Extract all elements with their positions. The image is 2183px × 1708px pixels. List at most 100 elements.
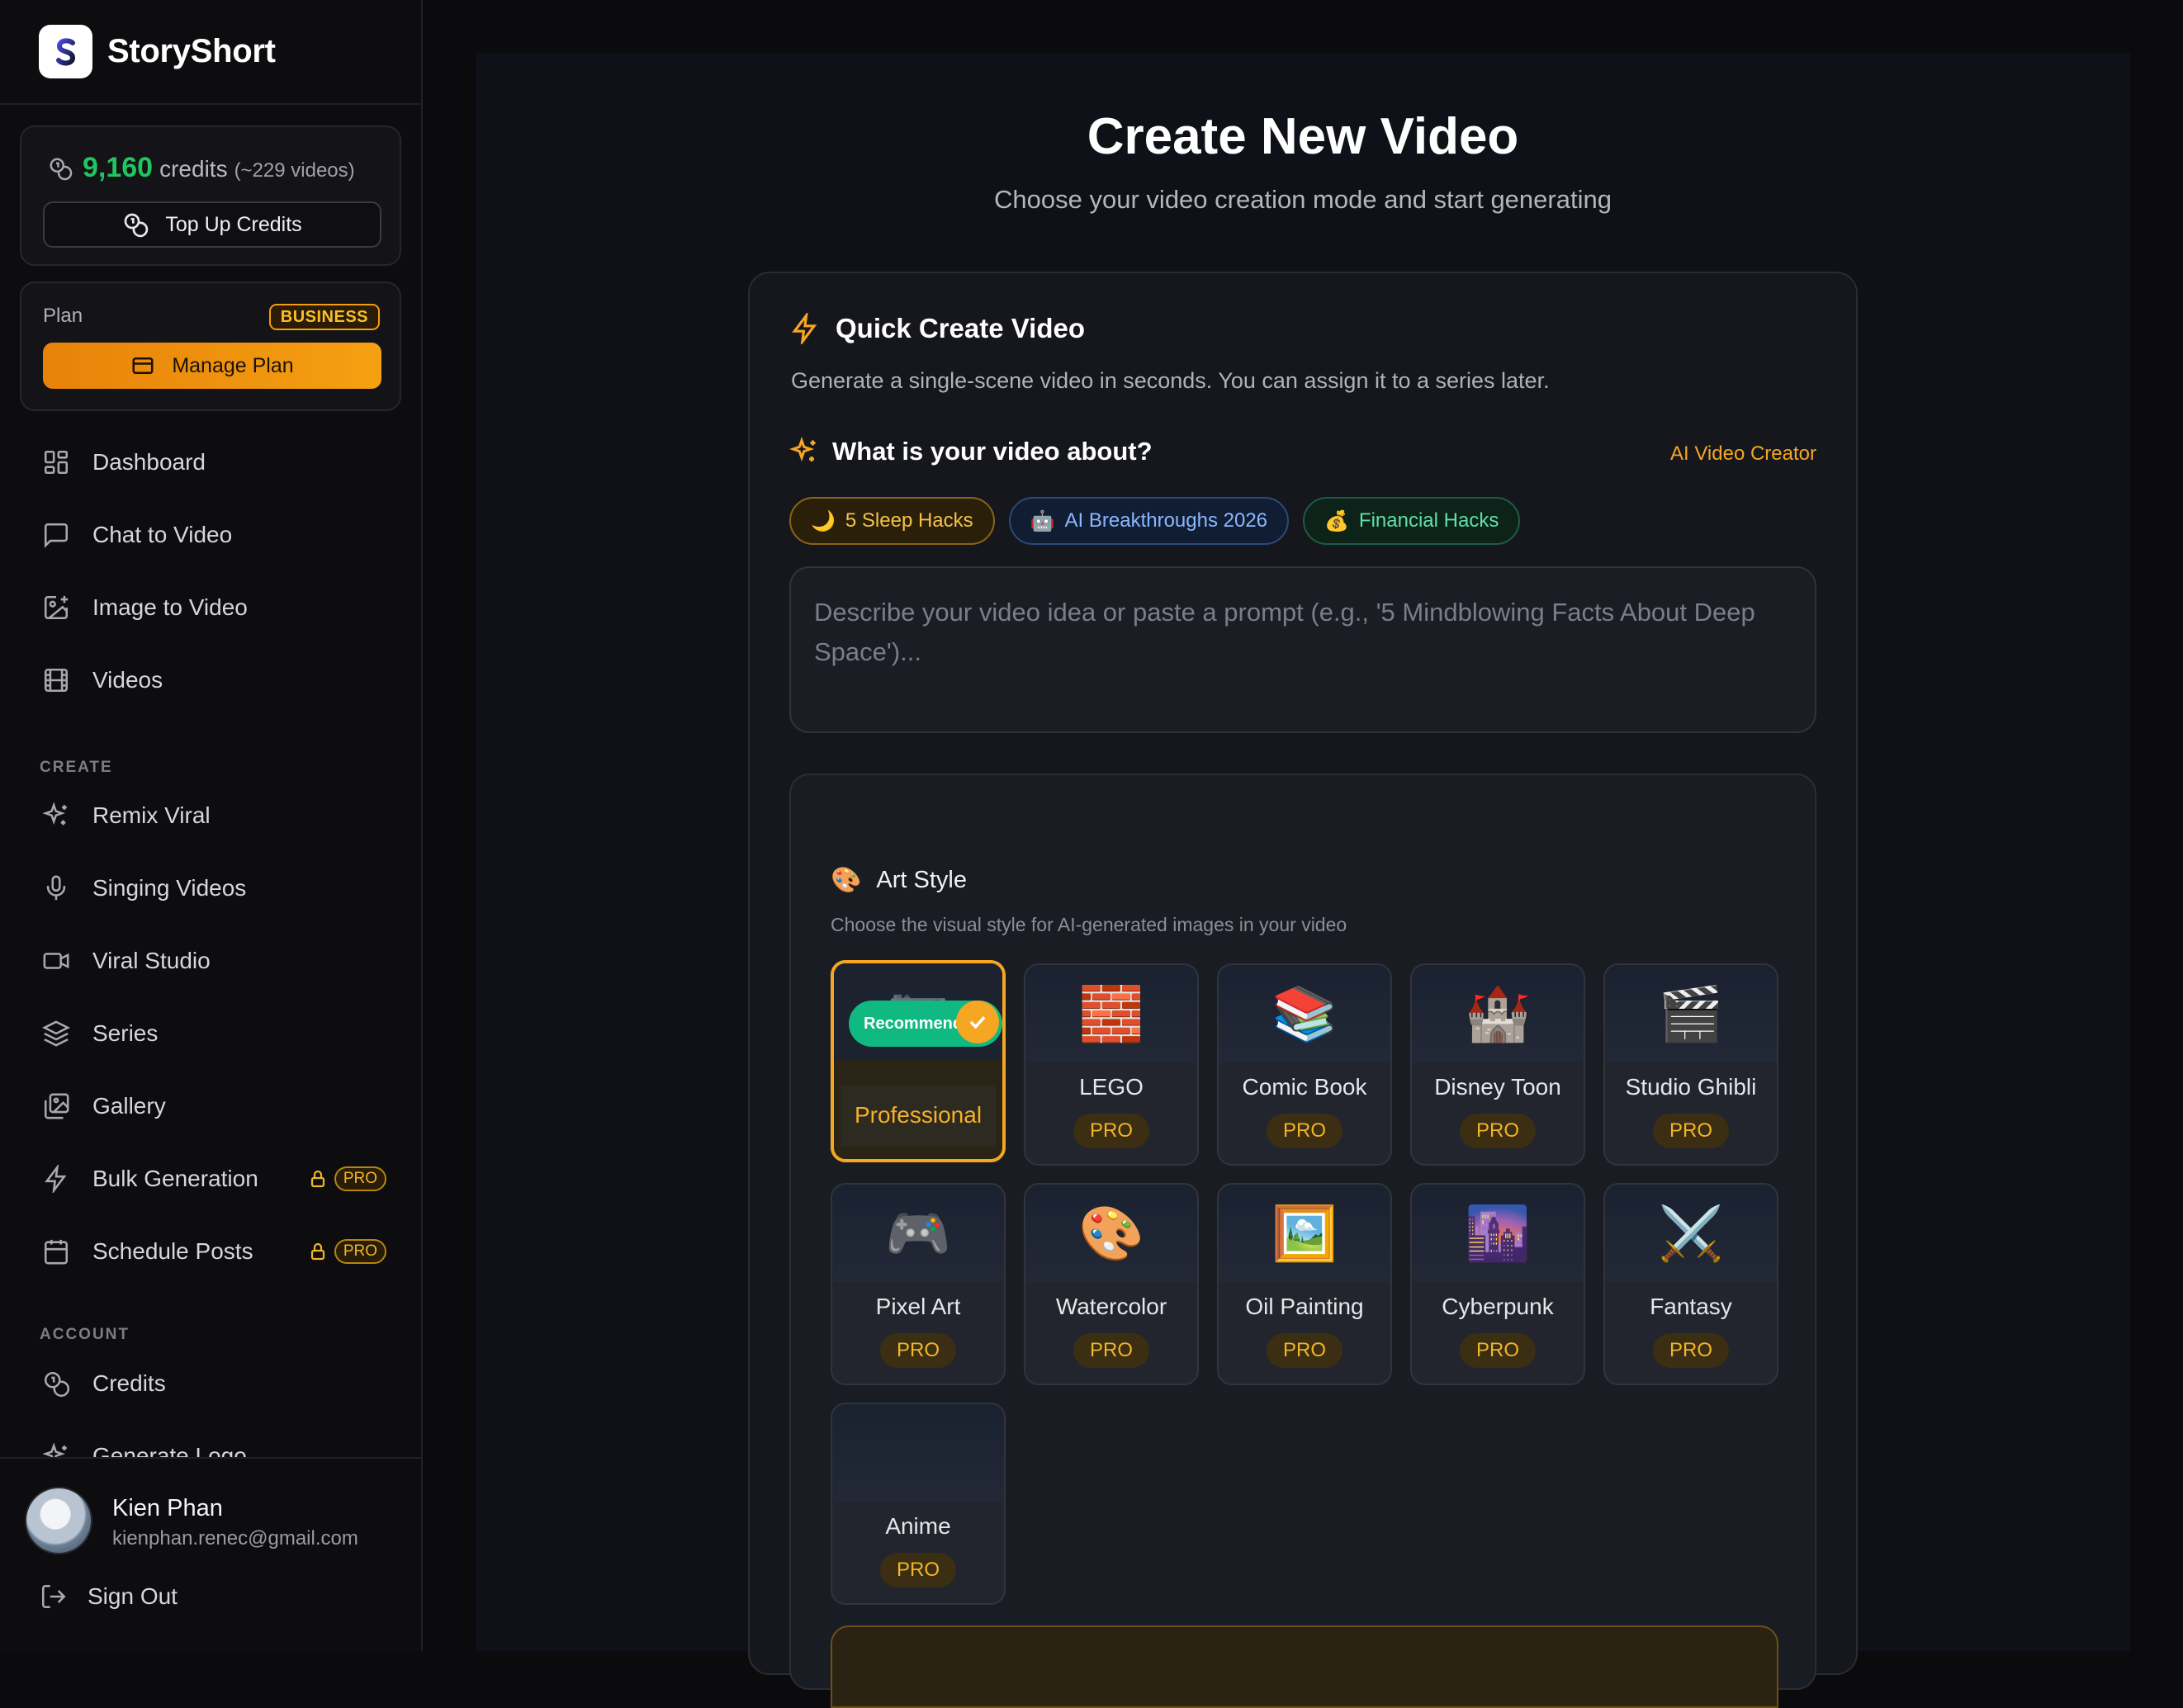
pro-badge: PRO [879, 1553, 957, 1587]
art-style-option-cyberpunk[interactable]: 🌆 Cyberpunk PRO [1410, 1183, 1585, 1385]
sidebar-item-gallery[interactable]: Gallery [40, 1081, 386, 1131]
sidebar-item-chat-to-video[interactable]: Chat to Video [40, 510, 386, 560]
style-name: Studio Ghibli [1625, 1074, 1757, 1100]
sidebar-item-generate-logo[interactable]: Generate Logo [40, 1431, 386, 1457]
art-style-option-anime[interactable]: Anime PRO [831, 1403, 1006, 1605]
sidebar-item-remix-viral[interactable]: Remix Viral [40, 791, 386, 840]
ai-video-creator-link[interactable]: AI Video Creator [1670, 442, 1816, 466]
art-style-option-studio-ghibli[interactable]: 🎬 Studio Ghibli PRO [1603, 963, 1778, 1166]
style-thumbnail: 📚 [1219, 965, 1390, 1062]
art-style-header: 🎨 Art Style [831, 866, 967, 895]
quick-create-header: Quick Create Video [789, 313, 1085, 344]
coins-icon [122, 211, 149, 238]
sidebar-item-dashboard[interactable]: Dashboard [40, 438, 386, 487]
gallery-icon [40, 1090, 73, 1123]
sidebar-item-image-to-video[interactable]: Image to Video [40, 583, 386, 632]
style-thumbnail: 🎮 [832, 1185, 1004, 1282]
art-style-option-professional[interactable]: 📷 Recommended Professional [831, 960, 1006, 1162]
suggestion-chip[interactable]: 💰 Financial Hacks [1303, 497, 1521, 545]
chip-label: Financial Hacks [1358, 509, 1499, 532]
bolt-icon [40, 1162, 73, 1195]
pro-lock: PRO [308, 1239, 386, 1264]
style-name: Anime [885, 1513, 951, 1539]
cityscape-icon: 🌆 [1465, 1203, 1531, 1263]
pro-badge: PRO [334, 1166, 386, 1191]
sidebar-item-label: Gallery [92, 1093, 166, 1119]
video-prompt-input[interactable] [791, 568, 1815, 731]
sign-out-icon [40, 1583, 68, 1611]
style-name: Watercolor [1055, 1294, 1167, 1319]
sidebar-item-label: Credits [92, 1370, 166, 1396]
art-style-option-pixel-art[interactable]: 🎮 Pixel Art PRO [831, 1183, 1006, 1385]
pro-lock: PRO [308, 1166, 386, 1191]
suggestion-chip[interactable]: 🌙 5 Sleep Hacks [789, 497, 995, 545]
dashboard-icon [40, 446, 73, 479]
sign-out-button[interactable]: Sign Out [40, 1583, 178, 1611]
style-name: Oil Painting [1245, 1294, 1364, 1319]
sparkles-icon [789, 437, 819, 466]
style-name: Pixel Art [875, 1294, 961, 1319]
chip-label: 5 Sleep Hacks [845, 509, 973, 532]
avatar[interactable] [25, 1487, 92, 1554]
art-style-option-oil-painting[interactable]: 🖼️ Oil Painting PRO [1217, 1183, 1392, 1385]
mic-icon [40, 872, 73, 905]
sidebar: StoryShort 9,160 credits (~229 videos) T… [0, 0, 423, 1651]
crossed-swords-icon: ⚔️ [1658, 1203, 1724, 1263]
brand-name: StoryShort [107, 33, 276, 69]
sidebar-item-series[interactable]: Series [40, 1009, 386, 1058]
sidebar-item-videos[interactable]: Videos [40, 655, 386, 705]
sidebar-item-label: Bulk Generation [92, 1166, 258, 1191]
quick-create-card: Quick Create Video Generate a single-sce… [748, 272, 1858, 1708]
sparkles-icon [40, 1440, 73, 1457]
credit-card-icon [130, 353, 155, 378]
art-style-option-comic-book[interactable]: 📚 Comic Book PRO [1217, 963, 1392, 1166]
brand[interactable]: StoryShort [0, 0, 421, 105]
nav-section-create: CREATE [40, 759, 113, 776]
sidebar-item-singing-videos[interactable]: Singing Videos [40, 863, 386, 913]
art-style-option-disney-toon[interactable]: 🏰 Disney Toon PRO [1410, 963, 1585, 1166]
credits-summary: 9,160 credits (~229 videos) [48, 152, 355, 184]
style-thumbnail: 🎨 [1025, 1185, 1197, 1282]
user-box: Kien Phan kienphan.renec@gmail.com Sign … [0, 1457, 421, 1651]
sidebar-item-label: Image to Video [92, 594, 248, 620]
chip-label: AI Breakthroughs 2026 [1064, 509, 1268, 532]
top-up-credits-label: Top Up Credits [165, 212, 302, 236]
art-style-option-fantasy[interactable]: ⚔️ Fantasy PRO [1603, 1183, 1778, 1385]
art-style-option-lego[interactable]: 🧱 LEGO PRO [1024, 963, 1199, 1166]
bolt-icon [789, 313, 821, 344]
sidebar-item-bulk-generation[interactable]: Bulk Generation PRO [40, 1154, 386, 1204]
pro-badge: PRO [879, 1333, 957, 1368]
pro-badge: PRO [1073, 1333, 1150, 1368]
sidebar-item-viral-studio[interactable]: Viral Studio [40, 936, 386, 986]
user-name: Kien Phan [112, 1495, 223, 1521]
pro-badge: PRO [1652, 1114, 1730, 1148]
prompt-input-wrapper [789, 566, 1816, 733]
lock-icon [308, 1242, 328, 1261]
sidebar-item-label: Schedule Posts [92, 1238, 253, 1264]
sidebar-item-schedule-posts[interactable]: Schedule Posts PRO [40, 1227, 386, 1276]
film-icon [40, 664, 73, 697]
plan-card: Plan BUSINESS Manage Plan [20, 282, 401, 411]
style-thumbnail: ⚔️ [1605, 1185, 1777, 1282]
generate-bar[interactable] [831, 1625, 1778, 1708]
brand-logo-icon [39, 25, 92, 78]
style-thumbnail: 🌆 [1412, 1185, 1584, 1282]
money-bag-icon: 💰 [1324, 509, 1349, 532]
art-style-option-watercolor[interactable]: 🎨 Watercolor PRO [1024, 1183, 1199, 1385]
coins-icon [40, 1367, 73, 1400]
sidebar-item-credits[interactable]: Credits [40, 1359, 386, 1408]
page-title: Create New Video [1087, 108, 1519, 165]
style-thumbnail [832, 1404, 1004, 1502]
manage-plan-button[interactable]: Manage Plan [43, 343, 381, 389]
sidebar-item-label: Videos [92, 667, 163, 693]
coins-icon [48, 156, 73, 181]
castle-icon: 🏰 [1465, 983, 1531, 1043]
palette-icon: 🎨 [831, 867, 862, 894]
style-name: Fantasy [1650, 1294, 1732, 1319]
suggestion-chip[interactable]: 🤖 AI Breakthroughs 2026 [1008, 497, 1290, 545]
suggestion-chips: 🌙 5 Sleep Hacks 🤖 AI Breakthroughs 2026 … [789, 497, 1521, 545]
sidebar-item-label: Viral Studio [92, 948, 211, 973]
pro-badge: PRO [1459, 1333, 1537, 1368]
top-up-credits-button[interactable]: Top Up Credits [43, 201, 381, 248]
style-thumbnail: 🎬 [1605, 965, 1777, 1062]
